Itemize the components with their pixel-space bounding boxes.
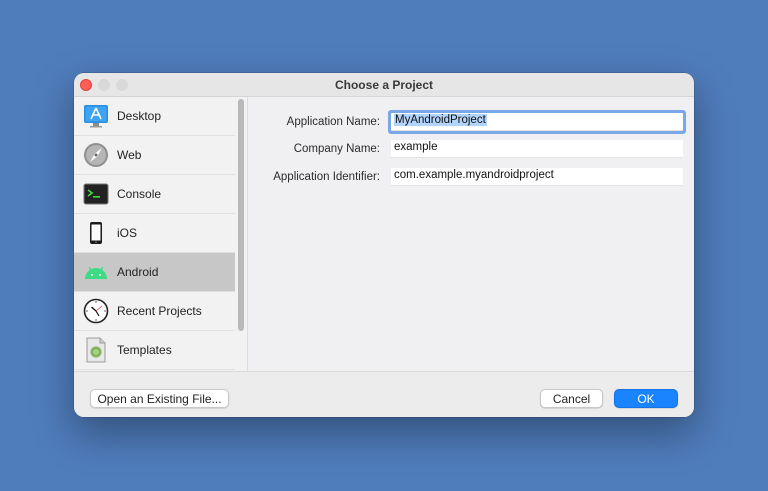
sidebar-item-templates[interactable]: Templates	[74, 331, 235, 370]
sidebar-item-label: Android	[117, 265, 159, 279]
ok-button[interactable]: OK	[614, 389, 678, 408]
cancel-button[interactable]: Cancel	[540, 389, 603, 408]
application-name-label: Application Name:	[286, 116, 380, 128]
choose-project-dialog: Choose a Project Desktop Web Console iOS…	[74, 73, 694, 417]
title-bar: Choose a Project	[74, 73, 694, 97]
dialog-footer: Open an Existing File... Cancel OK	[74, 371, 694, 417]
application-identifier-field[interactable]: com.example.myandroidproject	[391, 168, 683, 186]
sidebar-item-label: Console	[117, 187, 162, 201]
sidebar-item-label: iOS	[117, 226, 138, 240]
sidebar-scroll-thumb[interactable]	[238, 99, 244, 331]
clock-icon	[83, 298, 109, 324]
sidebar-item-desktop[interactable]: Desktop	[74, 97, 235, 136]
project-settings-form: Application Name: MyAndroidProject Compa…	[248, 97, 694, 371]
sidebar-item-label: Web	[117, 148, 142, 162]
application-identifier-label: Application Identifier:	[273, 171, 380, 183]
sidebar-item-recent-projects[interactable]: Recent Projects	[74, 292, 235, 331]
iphone-icon	[83, 220, 109, 246]
web-compass-icon	[83, 142, 109, 168]
desktop-app-icon	[83, 103, 109, 129]
sidebar-item-label: Templates	[117, 343, 172, 357]
sidebar-item-ios[interactable]: iOS	[74, 214, 235, 253]
project-type-sidebar: Desktop Web Console iOS Android Recent P…	[74, 97, 235, 371]
sidebar-item-console[interactable]: Console	[74, 175, 235, 214]
window-title: Choose a Project	[334, 78, 434, 92]
terminal-icon	[83, 181, 109, 207]
sidebar-scrollbar[interactable]	[235, 97, 248, 371]
company-name-field[interactable]: example	[391, 140, 683, 158]
application-name-value: MyAndroidProject	[394, 114, 487, 126]
sidebar-item-web[interactable]: Web	[74, 136, 235, 175]
open-existing-file-button[interactable]: Open an Existing File...	[90, 389, 229, 408]
company-name-label: Company Name:	[293, 143, 380, 155]
sidebar-item-label: Desktop	[117, 109, 162, 123]
sidebar-item-label: Recent Projects	[117, 304, 202, 318]
sidebar-item-android[interactable]: Android	[74, 253, 235, 292]
application-name-field[interactable]: MyAndroidProject	[391, 113, 683, 131]
android-icon	[83, 259, 109, 285]
template-icon	[83, 337, 109, 363]
